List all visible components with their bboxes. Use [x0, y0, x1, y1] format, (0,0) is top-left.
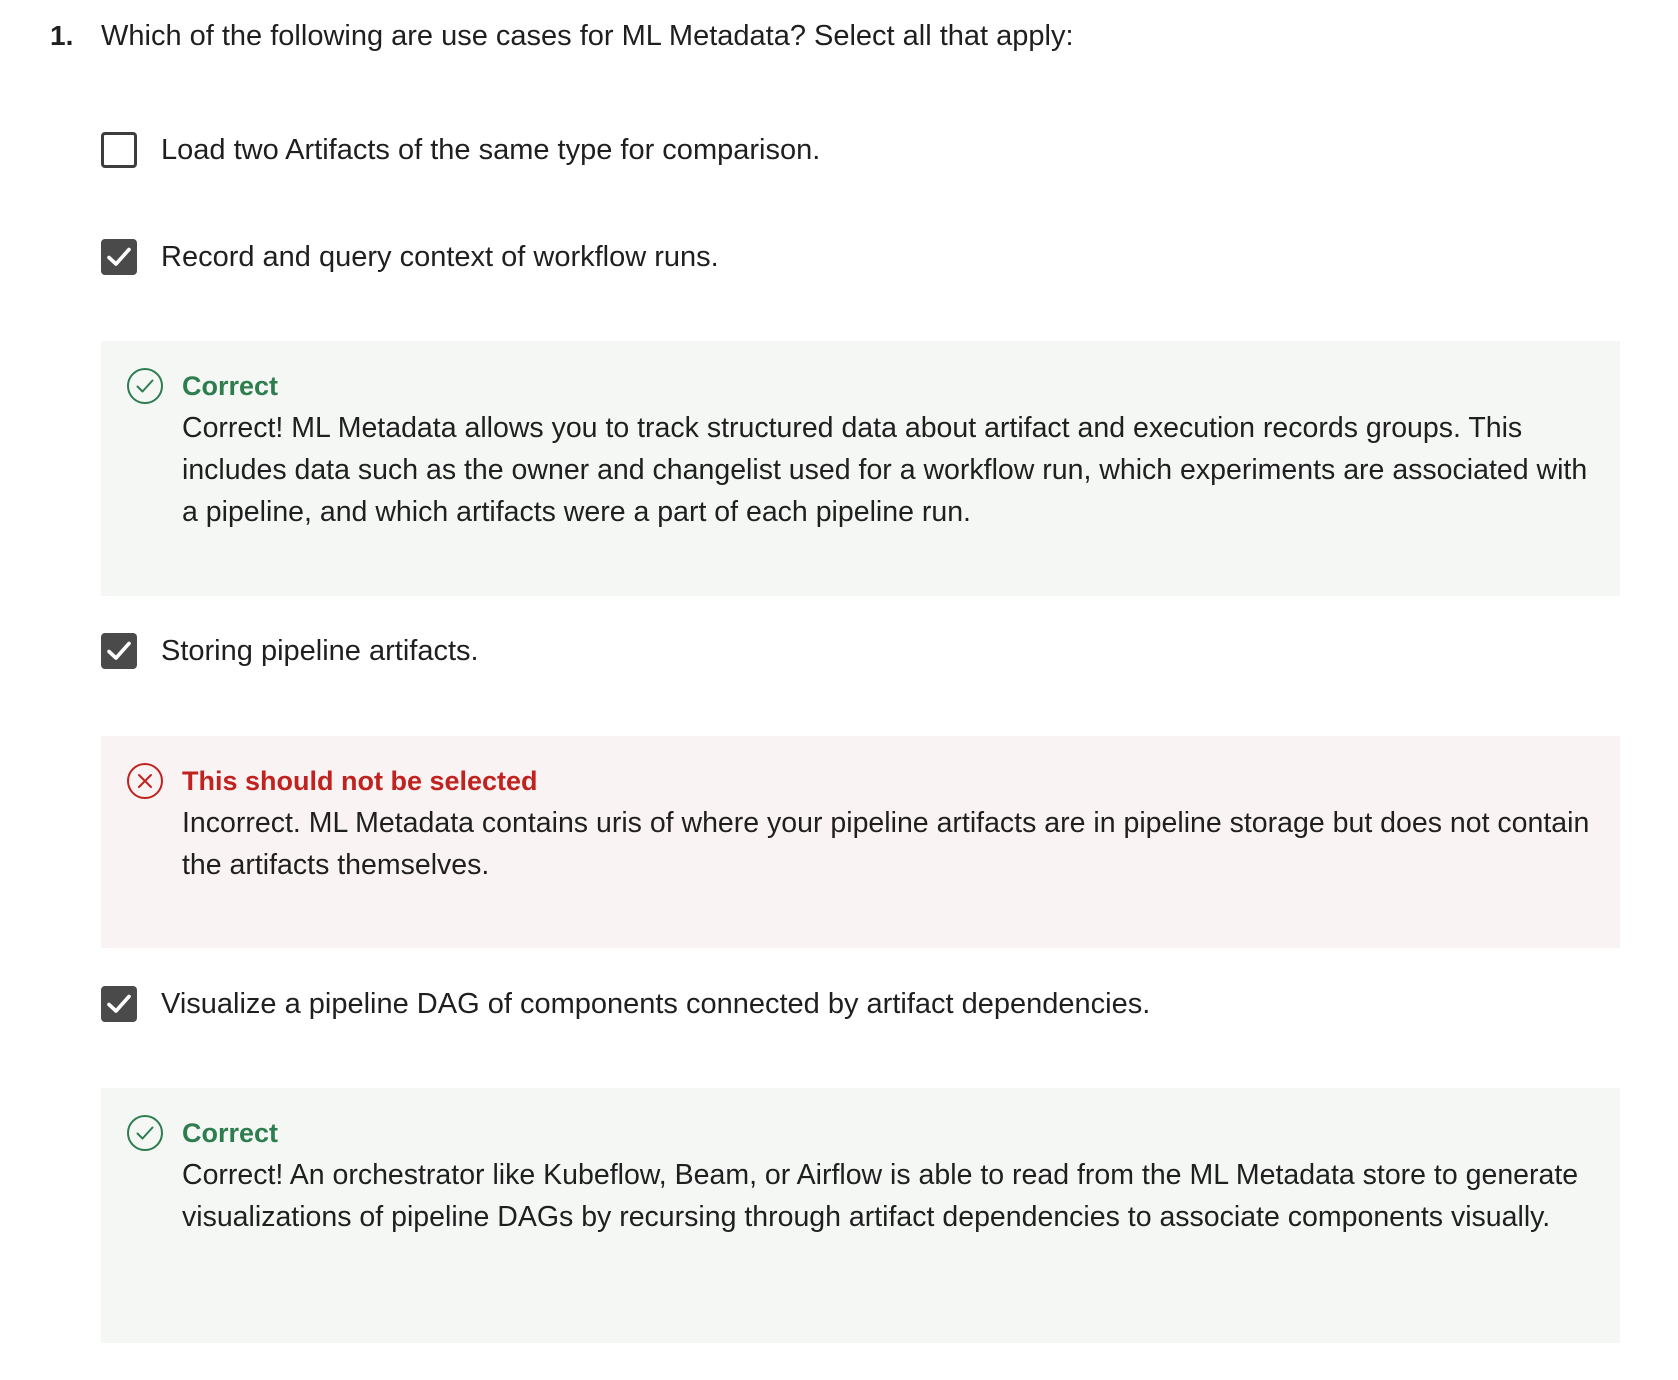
feedback-title: Correct	[182, 1118, 279, 1148]
feedback-correct: Correct Correct! ML Metadata allows you …	[101, 341, 1620, 596]
question-text: Which of the following are use cases for…	[101, 20, 1074, 52]
checkbox-checked[interactable]	[101, 239, 137, 275]
feedback-text: Incorrect. ML Metadata contains uris of …	[182, 807, 1590, 881]
feedback-text: Correct! ML Metadata allows you to track…	[182, 412, 1588, 528]
checkbox-unchecked[interactable]	[101, 132, 137, 168]
option-load-artifacts[interactable]: Load two Artifacts of the same type for …	[101, 130, 820, 170]
feedback-correct: Correct Correct! An orchestrator like Ku…	[101, 1088, 1620, 1343]
feedback-text: Correct! An orchestrator like Kubeflow, …	[182, 1159, 1579, 1233]
option-label: Load two Artifacts of the same type for …	[161, 134, 821, 166]
checkmark-icon	[107, 994, 131, 1013]
option-label: Storing pipeline artifacts.	[161, 635, 479, 667]
checkbox-checked[interactable]	[101, 633, 137, 669]
checkbox-checked[interactable]	[101, 986, 137, 1022]
option-record-query-context[interactable]: Record and query context of workflow run…	[101, 237, 719, 277]
checkmark-icon	[107, 247, 131, 266]
option-label: Visualize a pipeline DAG of components c…	[161, 988, 1151, 1020]
question-number: 1.	[50, 20, 74, 51]
check-circle-icon	[127, 1115, 163, 1151]
feedback-title: Correct	[182, 371, 279, 401]
checkmark-icon	[107, 641, 131, 660]
feedback-title: This should not be selected	[182, 766, 538, 796]
x-circle-icon	[127, 763, 163, 799]
option-label: Record and query context of workflow run…	[161, 241, 719, 273]
feedback-incorrect: This should not be selected Incorrect. M…	[101, 736, 1620, 948]
check-circle-icon	[127, 368, 163, 404]
option-visualize-dag[interactable]: Visualize a pipeline DAG of components c…	[101, 984, 1150, 1024]
option-storing-artifacts[interactable]: Storing pipeline artifacts.	[101, 631, 479, 671]
